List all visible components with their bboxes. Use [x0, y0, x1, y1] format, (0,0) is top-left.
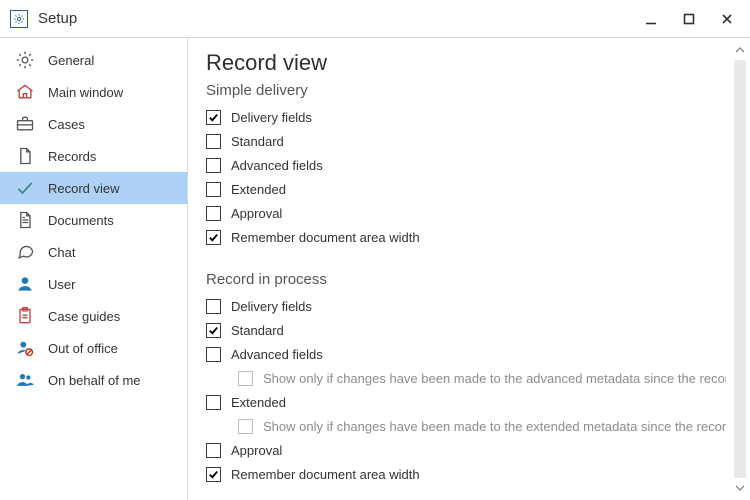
sidebar-item-label: Cases: [48, 117, 177, 132]
subsection-simple-delivery: Simple delivery: [206, 82, 726, 99]
home-icon: [14, 81, 36, 103]
option-label: Remember document area width: [231, 467, 420, 482]
document-icon: [14, 145, 36, 167]
sidebar-item-out-of-office[interactable]: Out of office: [0, 332, 187, 364]
user-block-icon: [14, 337, 36, 359]
option-label: Approval: [231, 443, 282, 458]
sidebar-item-general[interactable]: General: [0, 44, 187, 76]
chat-icon: [14, 241, 36, 263]
option-label: Remember document area width: [231, 230, 420, 245]
sidebar-item-main-window[interactable]: Main window: [0, 76, 187, 108]
setup-sidebar: General Main window Cases Records Record: [0, 38, 188, 500]
sidebar-item-chat[interactable]: Chat: [0, 236, 187, 268]
checkbox[interactable]: [206, 134, 221, 149]
option-label: Show only if changes have been made to t…: [263, 419, 726, 434]
checkbox[interactable]: [206, 299, 221, 314]
option-advanced-fields[interactable]: Advanced fields: [206, 342, 726, 366]
sidebar-item-records[interactable]: Records: [0, 140, 187, 172]
sidebar-item-label: On behalf of me: [48, 373, 177, 388]
clipboard-icon: [14, 305, 36, 327]
settings-page: Record view Simple delivery Delivery fie…: [188, 38, 750, 500]
sidebar-item-label: Chat: [48, 245, 177, 260]
sidebar-item-record-view[interactable]: Record view: [0, 172, 187, 204]
checkbox[interactable]: [206, 230, 221, 245]
user-icon: [14, 273, 36, 295]
checkbox[interactable]: [206, 347, 221, 362]
option-label: Advanced fields: [231, 158, 323, 173]
scroll-up-arrow-icon[interactable]: [732, 42, 748, 58]
briefcase-icon: [14, 113, 36, 135]
subsection-record-in-process: Record in process: [206, 271, 726, 288]
maximize-button[interactable]: [670, 3, 708, 35]
option-remember-width[interactable]: Remember document area width: [206, 462, 726, 486]
option-label: Delivery fields: [231, 299, 312, 314]
document-text-icon: [14, 209, 36, 231]
titlebar: Setup: [0, 0, 750, 38]
option-approval[interactable]: Approval: [206, 201, 726, 225]
option-extended[interactable]: Extended: [206, 177, 726, 201]
sidebar-item-label: Main window: [48, 85, 177, 100]
vertical-scrollbar[interactable]: [732, 42, 748, 496]
option-label: Approval: [231, 206, 282, 221]
option-label: Advanced fields: [231, 347, 323, 362]
option-label: Standard: [231, 134, 284, 149]
checkbox-disabled: [238, 371, 253, 386]
checkbox[interactable]: [206, 467, 221, 482]
option-advanced-fields-sub: Show only if changes have been made to t…: [238, 366, 726, 390]
sidebar-item-on-behalf-of-me[interactable]: On behalf of me: [0, 364, 187, 396]
option-delivery-fields[interactable]: Delivery fields: [206, 105, 726, 129]
scroll-down-arrow-icon[interactable]: [732, 480, 748, 496]
sidebar-item-label: Out of office: [48, 341, 177, 356]
scrollbar-track[interactable]: [734, 60, 746, 478]
option-label: Extended: [231, 395, 286, 410]
sidebar-item-label: User: [48, 277, 177, 292]
gear-icon: [14, 49, 36, 71]
window-title: Setup: [38, 10, 77, 27]
sidebar-item-documents[interactable]: Documents: [0, 204, 187, 236]
checkbox-disabled: [238, 419, 253, 434]
minimize-button[interactable]: [632, 3, 670, 35]
option-remember-width[interactable]: Remember document area width: [206, 225, 726, 249]
option-delivery-fields[interactable]: Delivery fields: [206, 294, 726, 318]
option-advanced-fields[interactable]: Advanced fields: [206, 153, 726, 177]
sidebar-item-label: Records: [48, 149, 177, 164]
checkbox[interactable]: [206, 206, 221, 221]
option-label: Delivery fields: [231, 110, 312, 125]
option-label: Standard: [231, 323, 284, 338]
sidebar-item-user[interactable]: User: [0, 268, 187, 300]
option-label: Extended: [231, 182, 286, 197]
close-button[interactable]: [708, 3, 746, 35]
page-title: Record view: [206, 50, 726, 76]
option-standard[interactable]: Standard: [206, 129, 726, 153]
sidebar-item-label: General: [48, 53, 177, 68]
check-document-icon: [14, 177, 36, 199]
checkbox[interactable]: [206, 323, 221, 338]
sidebar-item-label: Case guides: [48, 309, 177, 324]
option-approval[interactable]: Approval: [206, 438, 726, 462]
window-controls: [632, 3, 746, 35]
option-extended[interactable]: Extended: [206, 390, 726, 414]
checkbox[interactable]: [206, 110, 221, 125]
app-gear-icon: [10, 10, 28, 28]
sidebar-item-label: Record view: [48, 181, 177, 196]
checkbox[interactable]: [206, 443, 221, 458]
users-icon: [14, 369, 36, 391]
option-standard[interactable]: Standard: [206, 318, 726, 342]
sidebar-item-cases[interactable]: Cases: [0, 108, 187, 140]
checkbox[interactable]: [206, 158, 221, 173]
checkbox[interactable]: [206, 395, 221, 410]
option-label: Show only if changes have been made to t…: [263, 371, 726, 386]
option-extended-sub: Show only if changes have been made to t…: [238, 414, 726, 438]
sidebar-item-label: Documents: [48, 213, 177, 228]
sidebar-item-case-guides[interactable]: Case guides: [0, 300, 187, 332]
checkbox[interactable]: [206, 182, 221, 197]
